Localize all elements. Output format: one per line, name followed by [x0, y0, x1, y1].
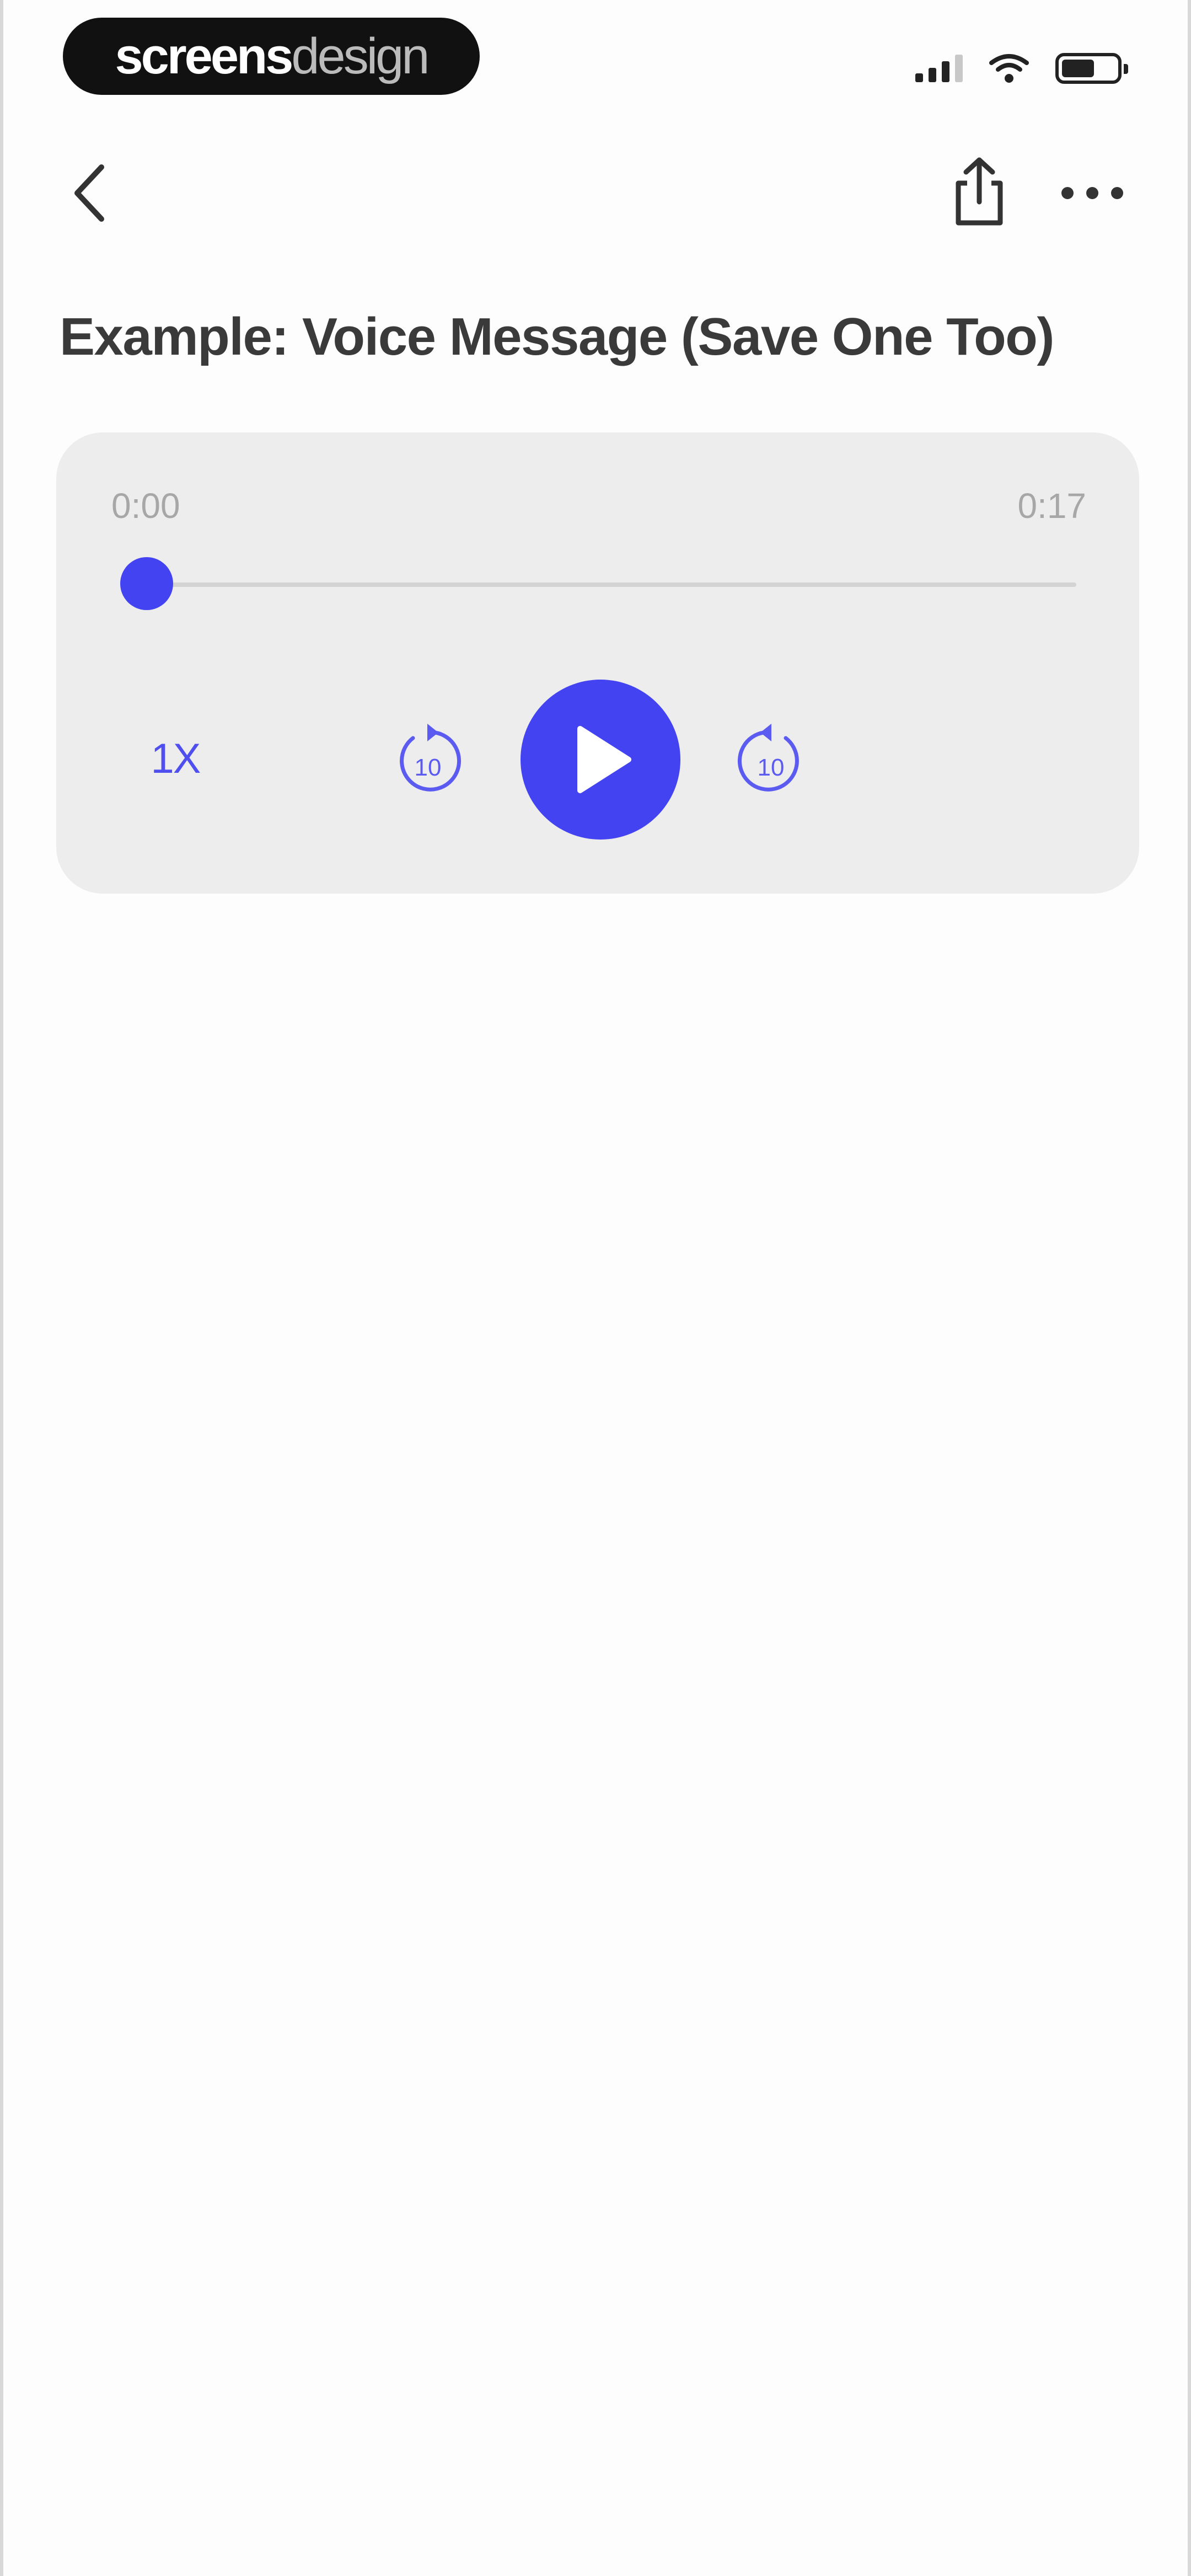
- progress-track[interactable]: [139, 582, 1076, 587]
- phone-screen: screens design Example: Voice Message (S…: [3, 0, 1188, 2576]
- progress-knob[interactable]: [120, 557, 173, 610]
- duration-label: 0:17: [1017, 486, 1086, 526]
- cellular-signal-icon: [915, 55, 963, 82]
- forward-10-icon: 10: [737, 724, 799, 792]
- brand-logo-word-2: design: [291, 28, 430, 84]
- voice-message-player: 0:00 0:17 1X 10 10: [56, 432, 1139, 894]
- skip-back-10-button[interactable]: 10: [389, 720, 466, 798]
- share-button[interactable]: [941, 150, 1018, 233]
- page-title: Example: Voice Message (Save One Too): [60, 307, 1054, 366]
- ellipsis-icon: [1061, 187, 1123, 199]
- current-time-label: 0:00: [111, 486, 180, 526]
- battery-icon: [1055, 53, 1128, 84]
- brand-logo-pill: screens design: [63, 18, 480, 95]
- playback-speed-button[interactable]: 1X: [137, 723, 214, 794]
- chevron-left-icon: [74, 164, 104, 222]
- rewind-10-icon: 10: [400, 724, 462, 792]
- brand-logo-word-1: screens: [115, 28, 294, 84]
- skip-forward-label: 10: [758, 754, 785, 781]
- wifi-icon: [989, 54, 1029, 83]
- skip-forward-10-button[interactable]: 10: [732, 720, 809, 798]
- share-icon: [956, 157, 1003, 226]
- play-button[interactable]: [521, 680, 680, 840]
- play-icon: [577, 726, 631, 793]
- more-options-button[interactable]: [1051, 165, 1134, 221]
- skip-back-label: 10: [415, 754, 442, 781]
- back-button[interactable]: [58, 154, 119, 232]
- status-icons: [915, 53, 1128, 84]
